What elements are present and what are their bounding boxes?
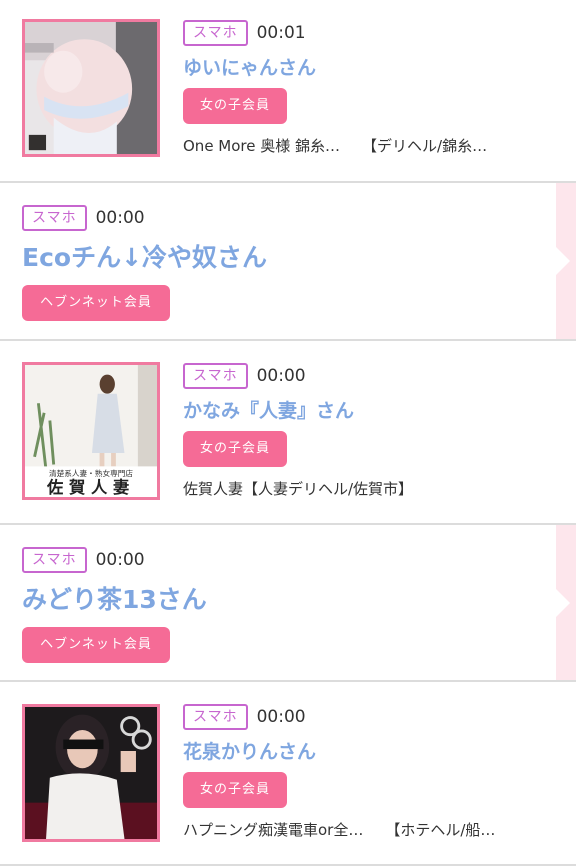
thumb-caption-small: 清楚系人妻・熟女専門店 bbox=[49, 468, 133, 478]
shop-info[interactable]: One More 奥様 錦糸… 【デリヘル/錦糸… bbox=[183, 135, 566, 156]
visitor-name[interactable]: ゆいにゃんさん bbox=[183, 54, 566, 82]
photo-dress-icon: 清楚系人妻・熟女専門店 佐賀人妻 bbox=[25, 365, 157, 497]
shop-name: One More 奥様 錦糸… bbox=[183, 137, 341, 155]
member-type-badge: ヘブンネット会員 bbox=[22, 285, 170, 321]
shop-category: 【ホテヘル/船… bbox=[385, 821, 496, 839]
photo-blindfold-icon bbox=[25, 707, 157, 839]
shop-info[interactable]: ハプニング痴漢電車or全… 【ホテヘル/船… bbox=[183, 819, 566, 840]
access-time: 00:00 bbox=[95, 550, 145, 570]
shop-name: ハプニング痴漢電車or全… bbox=[183, 821, 364, 839]
access-time: 00:00 bbox=[95, 208, 145, 228]
member-type-badge: 女の子会員 bbox=[183, 772, 287, 808]
side-flag-icon bbox=[556, 525, 576, 680]
girl-thumbnail[interactable] bbox=[22, 704, 160, 842]
visitor-name[interactable]: みどり茶13さん bbox=[22, 581, 546, 619]
member-type-badge: ヘブンネット会員 bbox=[22, 627, 170, 663]
list-item[interactable]: スマホ 00:00 みどり茶13さん ヘブンネット会員 bbox=[0, 525, 576, 682]
member-type-badge: 女の子会員 bbox=[183, 88, 287, 124]
list-item[interactable]: スマホ 00:00 Ecoチん↓冷や奴さん ヘブンネット会員 bbox=[0, 183, 576, 341]
device-badge: スマホ bbox=[183, 704, 248, 730]
device-badge: スマホ bbox=[22, 205, 87, 231]
thumb-caption-large: 佐賀人妻 bbox=[46, 478, 135, 497]
list-item[interactable]: 清楚系人妻・熟女専門店 佐賀人妻 スマホ 00:00 かなみ『人妻』さん 女の子… bbox=[0, 341, 576, 525]
device-badge: スマホ bbox=[22, 547, 87, 573]
visitor-name[interactable]: 花泉かりんさん bbox=[183, 738, 566, 766]
photo-lingerie-icon bbox=[25, 22, 157, 154]
visitor-name[interactable]: Ecoチん↓冷や奴さん bbox=[22, 239, 546, 277]
list-item[interactable]: スマホ 00:00 花泉かりんさん 女の子会員 ハプニング痴漢電車or全… 【ホ… bbox=[0, 682, 576, 866]
access-time: 00:00 bbox=[256, 707, 306, 727]
shop-info[interactable]: 佐賀人妻【人妻デリヘル/佐賀市】 bbox=[183, 478, 566, 499]
device-badge: スマホ bbox=[183, 363, 248, 389]
access-time: 00:01 bbox=[256, 23, 306, 43]
device-badge: スマホ bbox=[183, 20, 248, 46]
girl-thumbnail[interactable] bbox=[22, 19, 160, 157]
shop-name: 佐賀人妻【人妻デリヘル/佐賀市】 bbox=[183, 480, 414, 498]
girl-thumbnail[interactable]: 清楚系人妻・熟女専門店 佐賀人妻 bbox=[22, 362, 160, 500]
list-item[interactable]: スマホ 00:01 ゆいにゃんさん 女の子会員 One More 奥様 錦糸… … bbox=[0, 0, 576, 183]
side-flag-icon bbox=[556, 183, 576, 339]
visitor-name[interactable]: かなみ『人妻』さん bbox=[183, 397, 566, 425]
access-history-list: スマホ 00:01 ゆいにゃんさん 女の子会員 One More 奥様 錦糸… … bbox=[0, 0, 576, 866]
shop-category: 【デリヘル/錦糸… bbox=[362, 137, 488, 155]
member-type-badge: 女の子会員 bbox=[183, 431, 287, 467]
access-time: 00:00 bbox=[256, 366, 306, 386]
